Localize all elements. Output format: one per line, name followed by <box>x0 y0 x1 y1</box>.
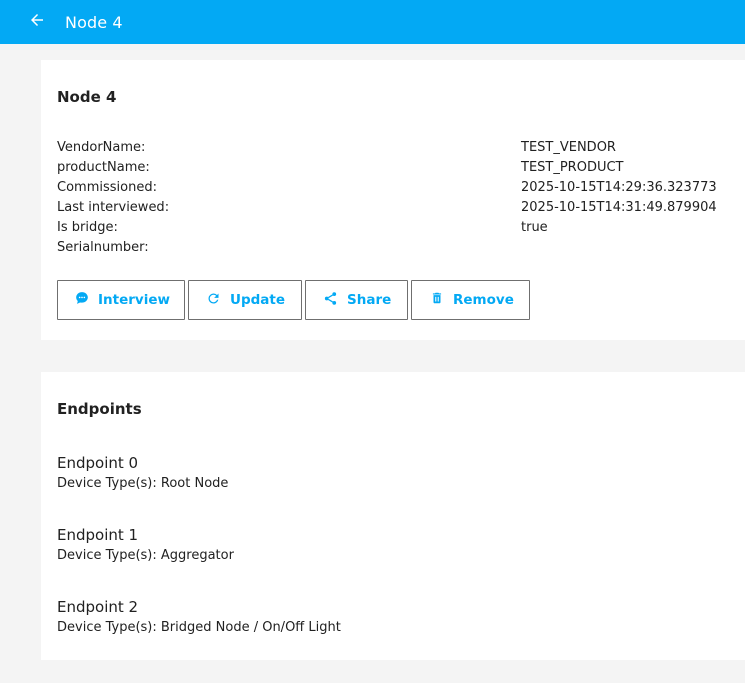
endpoint-item-2[interactable]: Endpoint 2 Device Type(s): Bridged Node … <box>57 597 341 638</box>
endpoints-card: Endpoints Endpoint 0 Device Type(s): Roo… <box>41 372 745 660</box>
endpoint-device-types: Device Type(s): Bridged Node / On/Off Li… <box>57 620 341 635</box>
endpoint-item-0[interactable]: Endpoint 0 Device Type(s): Root Node <box>57 453 228 494</box>
info-label: VendorName: <box>57 140 146 155</box>
refresh-icon <box>206 291 221 310</box>
node-actions: Interview Update Share Remove <box>57 280 530 320</box>
node-info-card: Node 4 VendorName: TEST_VENDOR productNa… <box>41 60 745 340</box>
share-icon <box>323 291 338 310</box>
info-row-serial-number: Serialnumber: <box>57 238 737 258</box>
info-value: TEST_PRODUCT <box>521 160 624 175</box>
info-row-vendor-name: VendorName: TEST_VENDOR <box>57 138 737 158</box>
remove-button[interactable]: Remove <box>411 280 530 320</box>
interview-button-label: Interview <box>98 292 170 308</box>
info-value: TEST_VENDOR <box>521 140 616 155</box>
endpoint-item-1[interactable]: Endpoint 1 Device Type(s): Aggregator <box>57 525 234 566</box>
top-app-bar: Node 4 <box>0 0 745 44</box>
page-title: Node 4 <box>65 12 123 32</box>
back-button[interactable] <box>25 10 49 34</box>
node-card-title: Node 4 <box>57 88 117 106</box>
remove-button-label: Remove <box>453 292 514 308</box>
endpoints-card-title: Endpoints <box>57 400 142 418</box>
info-label: Is bridge: <box>57 220 118 235</box>
info-label: productName: <box>57 160 150 175</box>
update-button[interactable]: Update <box>188 280 302 320</box>
interview-button[interactable]: Interview <box>57 280 185 320</box>
info-row-last-interviewed: Last interviewed: 2025-10-15T14:31:49.87… <box>57 198 737 218</box>
message-icon <box>75 291 89 309</box>
share-button[interactable]: Share <box>305 280 408 320</box>
endpoint-name: Endpoint 0 <box>57 454 139 472</box>
info-row-commissioned: Commissioned: 2025-10-15T14:29:36.323773 <box>57 178 737 198</box>
endpoint-name: Endpoint 1 <box>57 526 139 544</box>
share-button-label: Share <box>347 292 392 308</box>
endpoint-name: Endpoint 2 <box>57 598 139 616</box>
info-value: true <box>521 220 548 235</box>
info-row-product-name: productName: TEST_PRODUCT <box>57 158 737 178</box>
info-value: 2025-10-15T14:29:36.323773 <box>521 180 717 195</box>
endpoint-device-types: Device Type(s): Aggregator <box>57 548 234 563</box>
update-button-label: Update <box>230 292 286 308</box>
arrow-left-icon <box>28 11 46 33</box>
trash-icon <box>430 291 444 309</box>
info-label: Last interviewed: <box>57 200 170 215</box>
node-info-list: VendorName: TEST_VENDOR productName: TES… <box>57 138 737 258</box>
info-label: Serialnumber: <box>57 240 149 255</box>
info-row-is-bridge: Is bridge: true <box>57 218 737 238</box>
info-label: Commissioned: <box>57 180 157 195</box>
endpoint-device-types: Device Type(s): Root Node <box>57 476 229 491</box>
info-value: 2025-10-15T14:31:49.879904 <box>521 200 717 215</box>
